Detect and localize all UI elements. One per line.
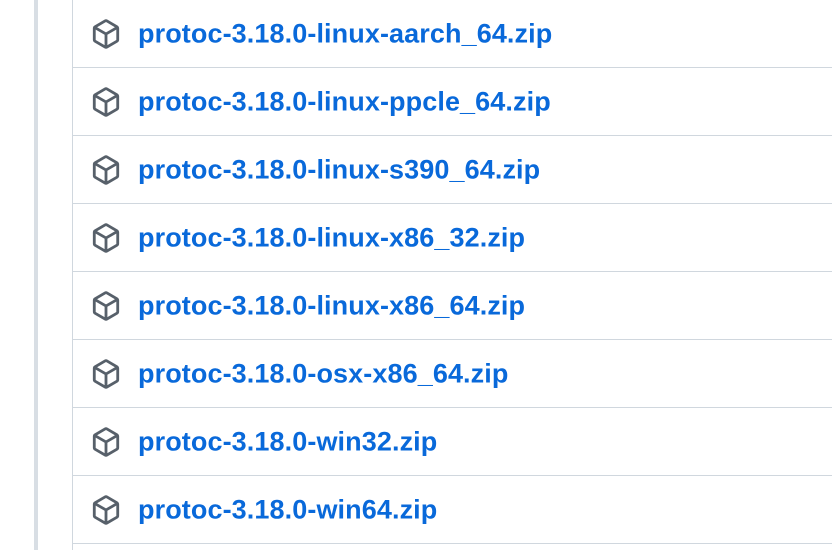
- package-icon: [91, 290, 121, 321]
- asset-download-link[interactable]: protoc-3.18.0-win32.zip: [138, 426, 437, 457]
- asset-row: protoc-3.18.0-linux-s390_64.zip: [73, 136, 832, 204]
- asset-download-link[interactable]: protoc-3.18.0-osx-x86_64.zip: [138, 358, 508, 389]
- asset-row: protoc-3.18.0-linux-aarch_64.zip: [73, 0, 832, 68]
- asset-download-link[interactable]: protoc-3.18.0-win64.zip: [138, 494, 437, 525]
- asset-download-link[interactable]: protoc-3.18.0-linux-aarch_64.zip: [138, 18, 552, 49]
- package-icon: [91, 86, 121, 117]
- asset-row: protoc-3.18.0-win32.zip: [73, 408, 832, 476]
- package-icon: [91, 154, 121, 185]
- timeline-line: [34, 0, 38, 550]
- package-icon: [91, 494, 121, 525]
- asset-row: protoc-3.18.0-osx-x86_64.zip: [73, 340, 832, 408]
- package-icon: [91, 222, 121, 253]
- asset-row: protoc-3.18.0-linux-ppcle_64.zip: [73, 68, 832, 136]
- assets-list: protoc-3.18.0-linux-aarch_64.zip protoc-…: [72, 0, 832, 550]
- release-assets-page: protoc-3.18.0-linux-aarch_64.zip protoc-…: [0, 0, 832, 550]
- asset-row: protoc-3.18.0-linux-x86_32.zip: [73, 204, 832, 272]
- asset-row: protoc-3.18.0-linux-x86_64.zip: [73, 272, 832, 340]
- asset-download-link[interactable]: protoc-3.18.0-linux-s390_64.zip: [138, 154, 540, 185]
- asset-row: protoc-3.18.0-win64.zip: [73, 476, 832, 544]
- asset-download-link[interactable]: protoc-3.18.0-linux-x86_64.zip: [138, 290, 525, 321]
- package-icon: [91, 18, 121, 49]
- asset-download-link[interactable]: protoc-3.18.0-linux-ppcle_64.zip: [138, 86, 551, 117]
- package-icon: [91, 426, 121, 457]
- package-icon: [91, 358, 121, 389]
- asset-download-link[interactable]: protoc-3.18.0-linux-x86_32.zip: [138, 222, 525, 253]
